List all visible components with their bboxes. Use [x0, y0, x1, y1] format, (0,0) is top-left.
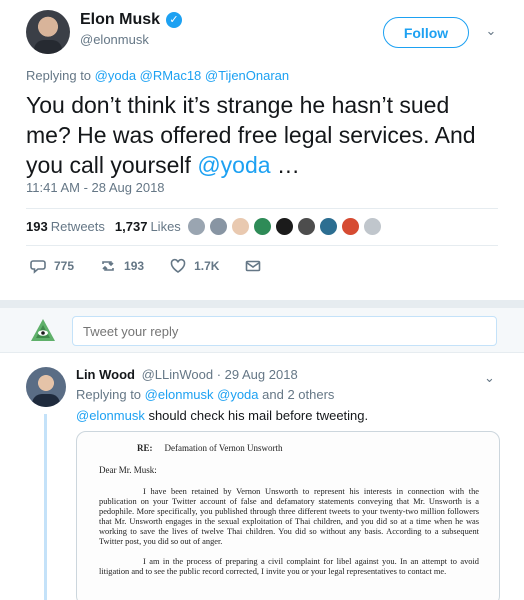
reply-author-handle[interactable]: @LLinWood — [142, 367, 214, 382]
chevron-down-icon[interactable]: ⌄ — [484, 24, 498, 38]
attached-letter-image[interactable]: RE: Defamation of Vernon Unsworth Dear Mr… — [76, 431, 500, 600]
letter-salutation: Dear Mr. Musk: — [99, 465, 157, 475]
letter-subject: Defamation of Vernon Unsworth — [164, 443, 283, 453]
reply-count: 775 — [54, 259, 75, 273]
tweet-mention[interactable]: @yoda — [197, 152, 270, 178]
main-tweet: Elon Musk ✓ @elonmusk Follow ⌄ Replying … — [0, 0, 524, 300]
retweet-action[interactable]: 193 — [100, 258, 144, 274]
likes-stat[interactable]: 1,737 Likes — [115, 219, 181, 234]
author-handle[interactable]: @elonmusk — [80, 32, 149, 47]
tweet-text-end: … — [270, 152, 300, 178]
tweet-text: You don’t think it’s strange he hasn’t s… — [26, 90, 496, 180]
section-separator — [0, 300, 524, 308]
liker-avatar[interactable] — [209, 217, 228, 236]
liker-avatar[interactable] — [319, 217, 338, 236]
reply-text-rest: should check his mail before tweeting. — [144, 408, 369, 423]
replying-links[interactable]: @elonmusk @yoda — [145, 387, 259, 402]
tweet-timestamp[interactable]: 11:41 AM - 28 Aug 2018 — [26, 180, 165, 195]
retweet-count: 193 — [124, 259, 145, 273]
like-count: 1.7K — [194, 259, 220, 273]
thread-line — [44, 414, 47, 600]
liker-avatar[interactable] — [297, 217, 316, 236]
retweet-icon — [102, 261, 114, 271]
liker-avatar[interactable] — [363, 217, 382, 236]
reply-action[interactable]: 775 — [30, 258, 74, 274]
envelope-icon — [246, 260, 261, 272]
liker-avatar[interactable] — [187, 217, 206, 236]
compose-reply-bar — [0, 308, 524, 353]
reply-tweet: Lin Wood @LLinWood · 29 Aug 2018 ⌄ Reply… — [0, 354, 524, 600]
letter-re-label: RE: — [137, 443, 153, 453]
author-display-name[interactable]: Elon Musk — [80, 11, 160, 29]
tweet-stats: 193 Retweets 1,737 Likes — [26, 219, 181, 234]
letter-re-line: RE: Defamation of Vernon Unsworth — [137, 443, 283, 453]
reply-icon — [30, 260, 46, 274]
replying-to-links[interactable]: @yoda @RMac18 @TijenOnaran — [95, 68, 289, 83]
reply-replying-to: Replying to @elonmusk @yoda and 2 others — [76, 387, 334, 402]
verified-badge-icon: ✓ — [166, 12, 183, 28]
letter-paragraph: I have been retained by Vernon Unsworth … — [99, 487, 479, 546]
replying-to-prefix: Replying to — [26, 68, 92, 83]
like-action[interactable]: 1.7K — [170, 258, 219, 274]
divider — [26, 208, 498, 209]
likers-avatars — [187, 217, 382, 236]
replying-prefix: Replying to — [76, 387, 142, 402]
user-avatar-icon[interactable] — [30, 317, 56, 343]
author-name-row[interactable]: Elon Musk ✓ — [80, 11, 183, 29]
chevron-down-icon[interactable]: ⌄ — [484, 370, 495, 386]
follow-button[interactable]: Follow — [383, 17, 469, 48]
reply-author-avatar[interactable] — [26, 367, 66, 407]
direct-message-action[interactable] — [245, 258, 261, 274]
liker-avatar[interactable] — [253, 217, 272, 236]
heart-icon — [170, 258, 186, 273]
letter-paragraph: I am in the process of preparing a civil… — [99, 557, 479, 576]
divider — [26, 245, 498, 246]
liker-avatar[interactable] — [231, 217, 250, 236]
reply-header: Lin Wood @LLinWood · 29 Aug 2018 — [76, 367, 298, 382]
tweet-actions: 775 193 1.7K — [30, 258, 287, 274]
reply-date[interactable]: · 29 Aug 2018 — [217, 367, 298, 382]
liker-avatar[interactable] — [275, 217, 294, 236]
liker-avatar[interactable] — [341, 217, 360, 236]
replying-suffix[interactable]: and 2 others — [262, 387, 334, 402]
replying-to-line: Replying to @yoda @RMac18 @TijenOnaran — [26, 68, 289, 83]
reply-input[interactable] — [72, 316, 497, 346]
author-avatar[interactable] — [26, 10, 70, 54]
reply-text: @elonmusk should check his mail before t… — [76, 408, 368, 423]
retweets-stat[interactable]: 193 Retweets — [26, 219, 105, 234]
reply-mention[interactable]: @elonmusk — [76, 408, 145, 423]
reply-author-name[interactable]: Lin Wood — [76, 367, 135, 382]
